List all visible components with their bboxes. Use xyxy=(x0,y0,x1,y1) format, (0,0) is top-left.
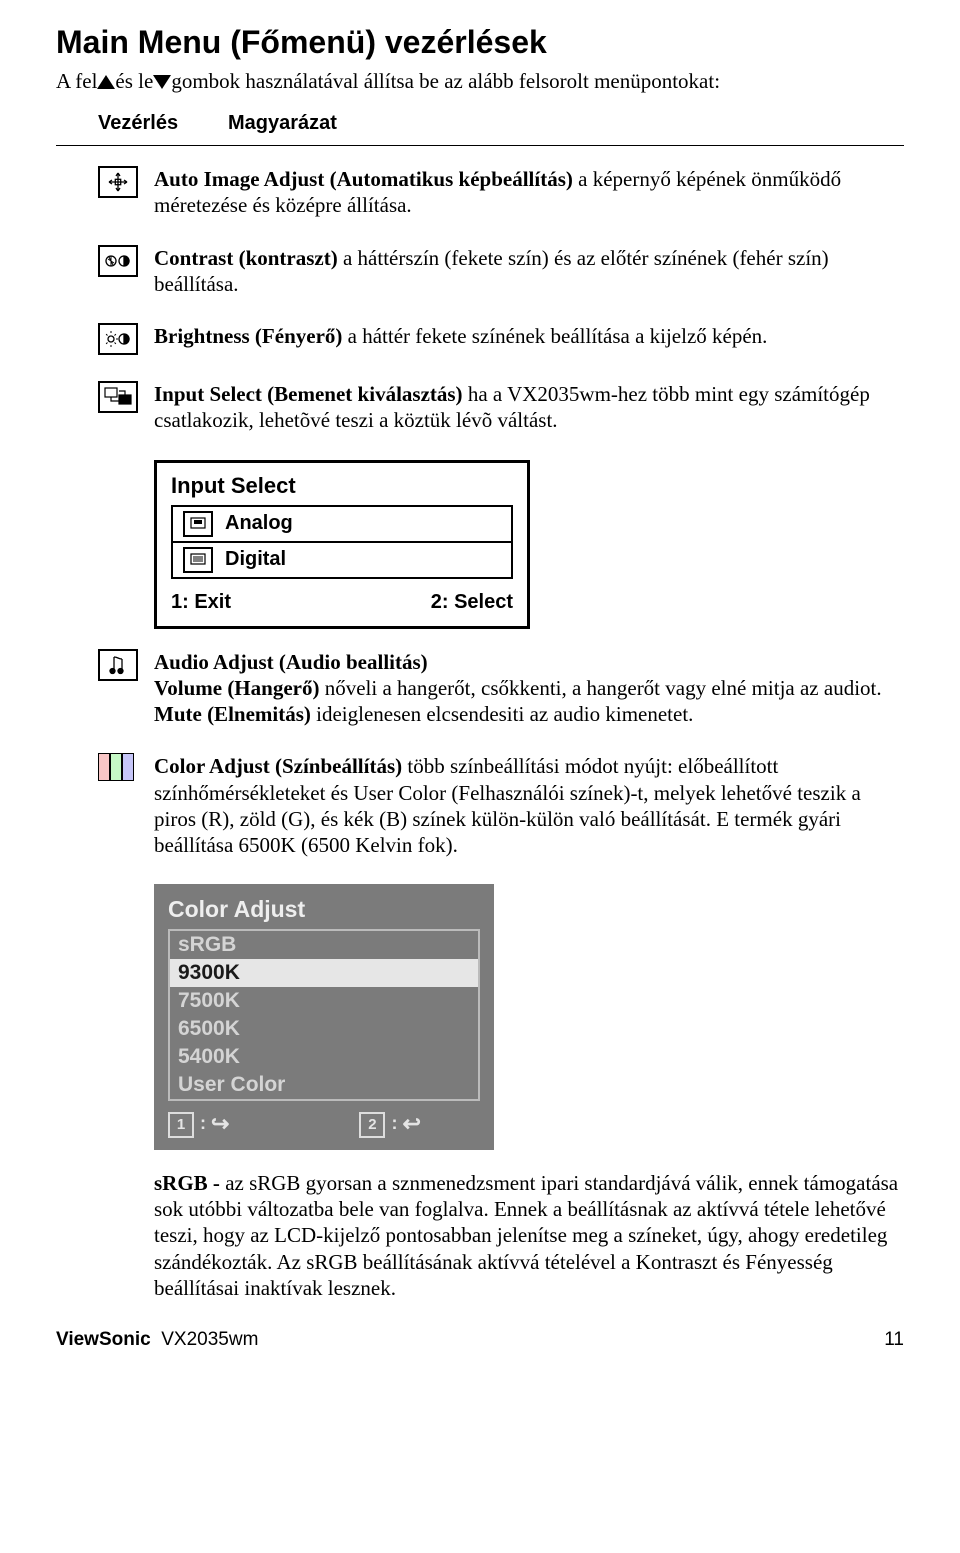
audio-adjust-label: Audio Adjust (Audio beallitás) xyxy=(154,650,428,674)
audio-volume-label: Volume (Hangerő) xyxy=(154,676,319,700)
row-input-select: Input Select (Bemenet kiválasztás) ha a … xyxy=(98,381,904,434)
srgb-paragraph: sRGB - az sRGB gyorsan a sznmenedzsment … xyxy=(154,1170,904,1301)
page-title: Main Menu (Főmenü) vezérlések xyxy=(56,24,904,61)
brightness-label: Brightness (Fényerő) xyxy=(154,324,342,348)
color-adjust-label: Color Adjust (Színbeállítás) xyxy=(154,754,402,778)
up-arrow-icon xyxy=(97,75,115,89)
audio-adjust-icon xyxy=(98,649,138,681)
footer-model: VX2035wm xyxy=(161,1329,258,1350)
header-control: Vezérlés xyxy=(98,112,228,135)
contrast-label: Contrast (kontraszt) xyxy=(154,246,338,270)
auto-image-label: Auto Image Adjust (Automatikus képbeállí… xyxy=(154,167,573,191)
osd-color-item: 5400K xyxy=(170,1043,478,1071)
intro-text-2: és le xyxy=(115,69,153,93)
osd-input-item-digital: Digital xyxy=(173,543,511,577)
audio-mute-label: Mute (Elnemitás) xyxy=(154,702,311,726)
osd-color-item: User Color xyxy=(170,1071,478,1099)
auto-image-icon xyxy=(98,166,138,198)
osd-input-select-hint: 2: Select xyxy=(431,591,513,614)
brightness-icon xyxy=(98,323,138,355)
osd-color-item: sRGB xyxy=(170,931,478,959)
audio-volume-desc: nőveli a hangerőt, csőkkenti, a hangerőt… xyxy=(319,676,881,700)
footer-brand: ViewSonic xyxy=(56,1329,151,1350)
key-2-icon: 2 xyxy=(359,1112,385,1138)
header-explanation: Magyarázat xyxy=(228,112,337,135)
divider xyxy=(56,145,904,146)
key-1-icon: 1 xyxy=(168,1112,194,1138)
input-select-icon xyxy=(98,381,138,413)
row-auto-image: Auto Image Adjust (Automatikus képbeállí… xyxy=(98,166,904,219)
audio-mute-desc: ideiglenesen elcsendesiti az audio kimen… xyxy=(311,702,694,726)
osd-input-select: Input Select Analog Digital 1: Exit 2: S… xyxy=(154,460,530,629)
down-arrow-icon xyxy=(153,75,171,89)
contrast-icon xyxy=(98,245,138,277)
osd-input-item-analog: Analog xyxy=(173,507,511,543)
intro-text-1: A fel xyxy=(56,69,97,93)
exit-arrow-icon: ↪ xyxy=(211,1111,229,1137)
footer-left: ViewSonic VX2035wm xyxy=(56,1329,258,1351)
brightness-desc: a háttér fekete színének beállítása a ki… xyxy=(342,324,767,348)
intro-line: A fel és le gombok használatával állítsa b… xyxy=(56,69,904,94)
footer-page-number: 11 xyxy=(884,1329,904,1351)
srgb-label: sRGB - xyxy=(154,1171,225,1195)
enter-arrow-icon: ↩ xyxy=(402,1111,420,1137)
osd-input-digital-label: Digital xyxy=(225,548,286,571)
row-color-adjust: Color Adjust (Színbeállítás) több színbe… xyxy=(98,753,904,858)
digital-icon xyxy=(183,547,213,573)
osd-color-item: 6500K xyxy=(170,1015,478,1043)
osd-input-title: Input Select xyxy=(157,463,527,505)
analog-icon xyxy=(183,511,213,537)
osd-input-analog-label: Analog xyxy=(225,512,293,535)
osd-input-exit: 1: Exit xyxy=(171,591,231,614)
row-audio-adjust: Audio Adjust (Audio beallitás) Volume (H… xyxy=(98,649,904,728)
row-contrast: Contrast (kontraszt) a háttérszín (feket… xyxy=(98,245,904,298)
row-brightness: Brightness (Fényerő) a háttér fekete szí… xyxy=(98,323,904,355)
srgb-desc: az sRGB gyorsan a sznmenedzsment ipari s… xyxy=(154,1171,898,1300)
osd-color-key2: 2: ↩ xyxy=(359,1111,420,1138)
intro-text-3: gombok használatával állítsa be az alább… xyxy=(171,69,720,93)
osd-color-key1: 1: ↪ xyxy=(168,1111,229,1138)
table-header: Vezérlés Magyarázat xyxy=(56,112,904,139)
osd-color-item: 7500K xyxy=(170,987,478,1015)
color-adjust-icon xyxy=(98,753,134,781)
osd-color-adjust: Color Adjust sRGB9300K7500K6500K5400KUse… xyxy=(154,884,494,1150)
osd-color-item: 9300K xyxy=(170,959,478,987)
input-select-label: Input Select (Bemenet kiválasztás) xyxy=(154,382,463,406)
osd-color-title: Color Adjust xyxy=(168,896,480,923)
page-footer: ViewSonic VX2035wm 11 xyxy=(56,1329,904,1351)
